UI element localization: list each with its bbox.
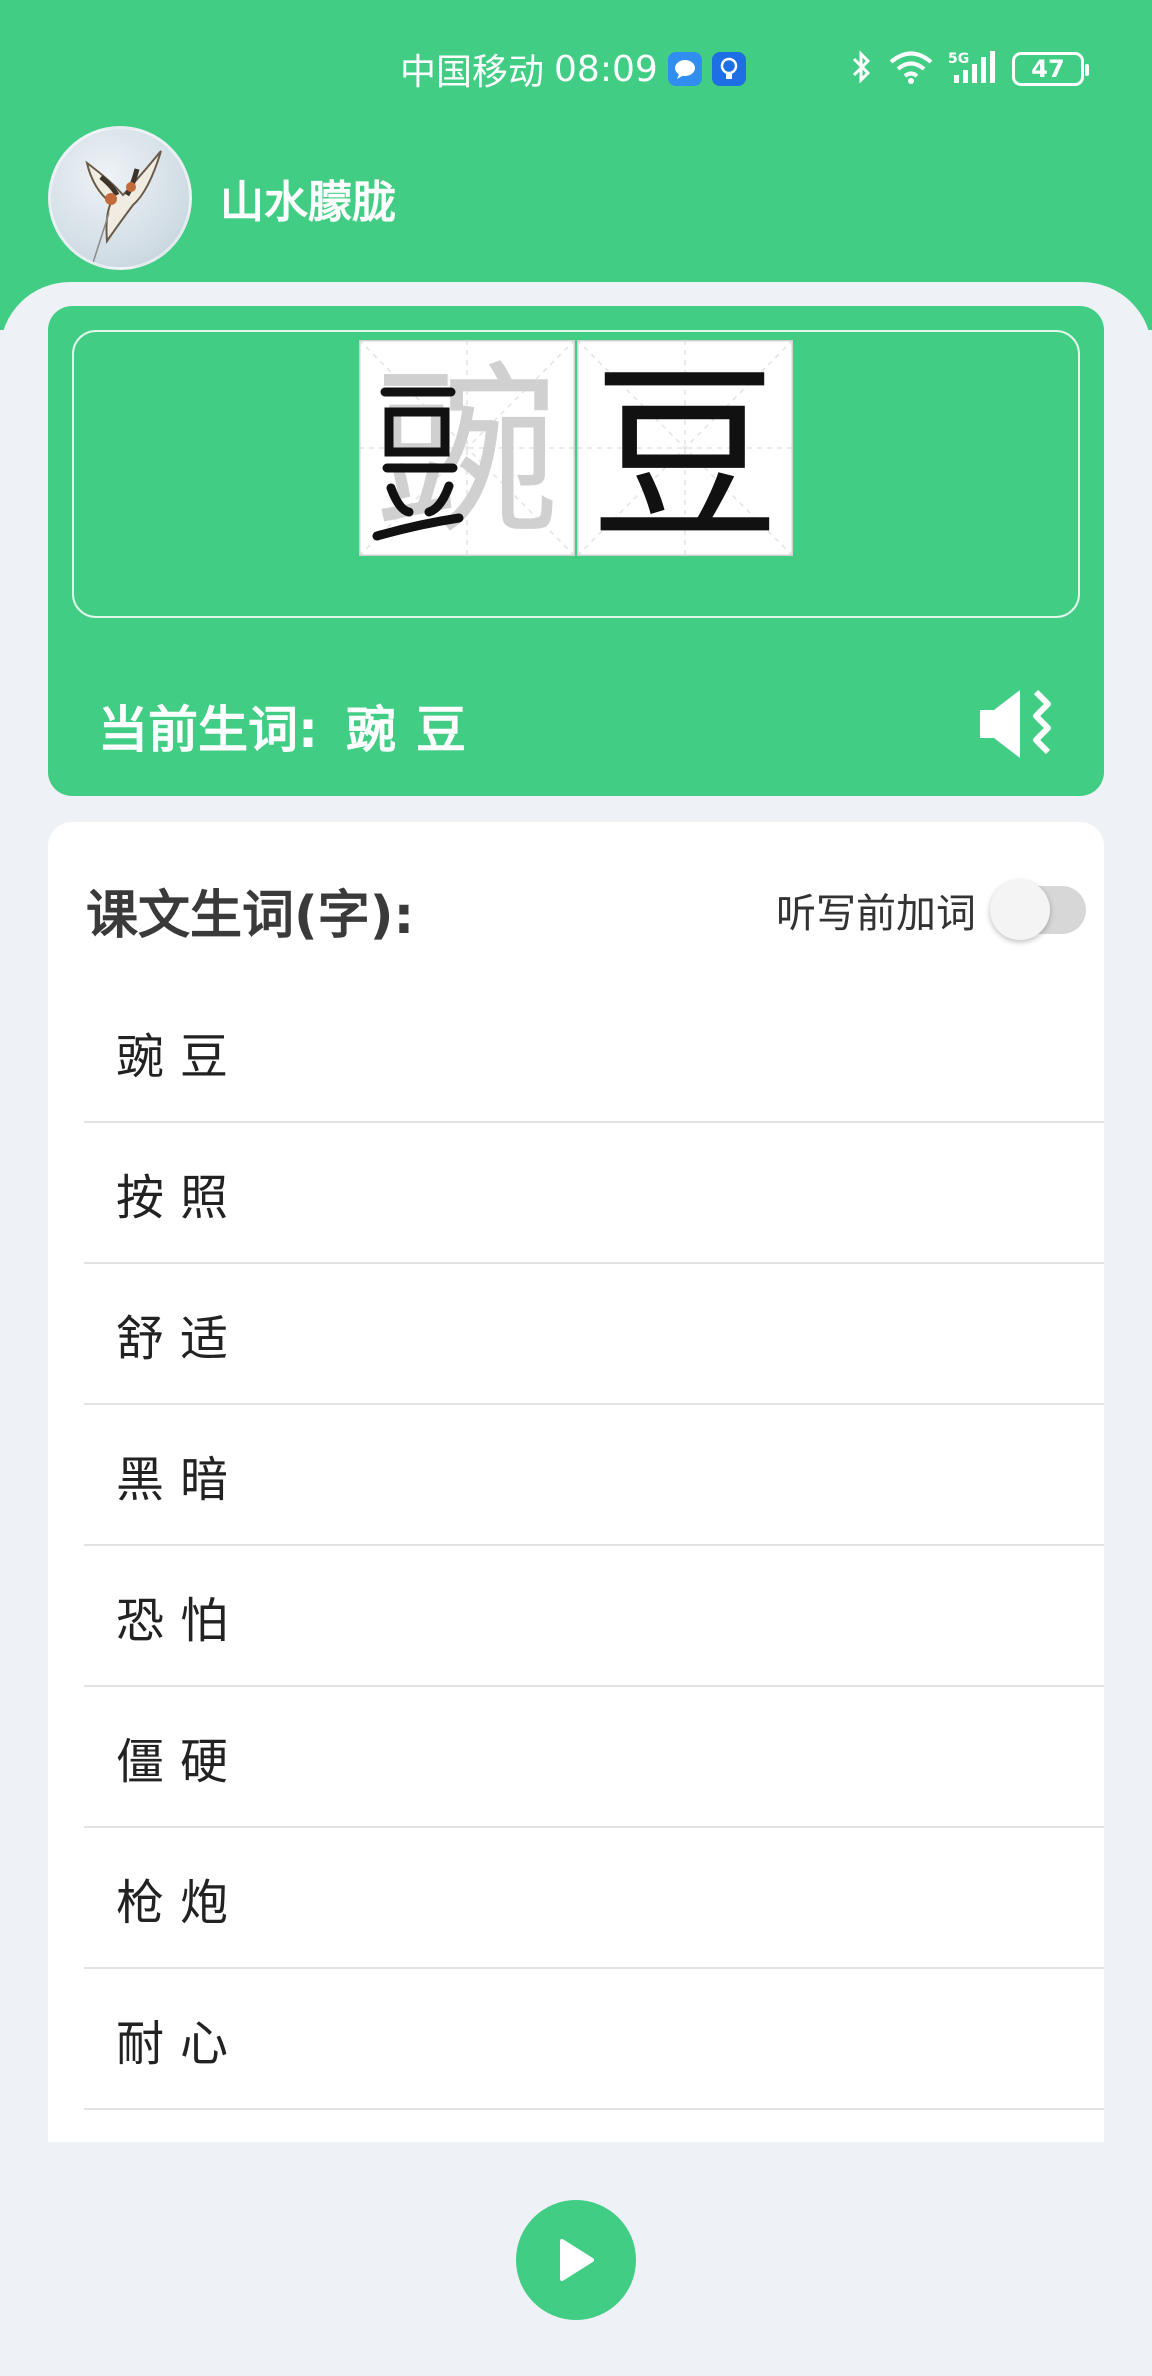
list-item-word: 僵硬 [116, 1733, 245, 1790]
list-item[interactable]: 黑暗 [84, 1405, 1104, 1546]
status-left: 中国移动 08:09 [400, 42, 746, 96]
play-icon [560, 2239, 594, 2281]
add-word-toggle[interactable] [990, 880, 1086, 940]
list-item-word: 恐怕 [116, 1592, 245, 1649]
battery-level: 47 [1031, 55, 1065, 83]
list-item-word: 枪炮 [116, 1874, 245, 1931]
current-word-label: 当前生词: [98, 701, 318, 759]
list-item[interactable]: 按照 [84, 1123, 1104, 1264]
toggle-label: 听写前加词 [776, 891, 976, 937]
speaker-icon[interactable] [976, 686, 1058, 766]
list-item-word: 按照 [116, 1169, 245, 1226]
avatar[interactable] [48, 126, 192, 270]
toggle-knob [990, 880, 1050, 940]
carrier-label: 中国移动 [400, 52, 545, 93]
list-item-word: 舒适 [116, 1310, 245, 1367]
add-word-toggle-group: 听写前加词 [776, 880, 1086, 940]
list-header: 课文生词(字): 听写前加词 [86, 860, 1086, 960]
list-item[interactable]: 耐心 [84, 1969, 1104, 2110]
status-right: 5G 47 [850, 42, 1089, 96]
character-cell[interactable]: 豆 [577, 340, 793, 556]
list-item[interactable]: 僵硬 [84, 1687, 1104, 1828]
user-profile[interactable]: 山水朦胧 [48, 126, 396, 270]
battery-indicator: 47 [1012, 52, 1089, 86]
list-item-word: 耐心 [116, 2015, 245, 2072]
current-word-value: 豌豆 [346, 701, 486, 759]
word-list: 豌豆按照舒适黑暗恐怕僵硬枪炮耐心 [84, 982, 1104, 2110]
list-title: 课文生词(字): [86, 885, 415, 946]
app-screen: 中国移动 08:09 5G 47 山水朦胧 豌 豆 当前生词: 豌豆 课文生词(… [0, 0, 1152, 2376]
username: 山水朦胧 [220, 177, 396, 228]
kite-icon [85, 150, 162, 267]
clock: 08:09 [554, 48, 658, 90]
character-glyph: 豆 [590, 346, 780, 556]
character-grid: 豌 豆 [359, 340, 795, 556]
word-list-card: 课文生词(字): 听写前加词 豌豆按照舒适黑暗恐怕僵硬枪炮耐心 [48, 822, 1104, 2142]
play-button[interactable] [516, 2200, 636, 2320]
list-item-word: 黑暗 [116, 1451, 245, 1508]
status-bar: 中国移动 08:09 5G 47 [0, 0, 1152, 130]
list-item[interactable]: 恐怕 [84, 1546, 1104, 1687]
list-item[interactable]: 舒适 [84, 1264, 1104, 1405]
list-item[interactable]: 枪炮 [84, 1828, 1104, 1969]
current-word-row: 当前生词: 豌豆 [98, 686, 1058, 766]
bluetooth-icon [850, 49, 874, 89]
current-word-text: 当前生词: 豌豆 [98, 690, 486, 762]
lightbulb-notification-icon [711, 52, 746, 86]
wifi-icon [888, 49, 934, 89]
list-item[interactable]: 豌豆 [84, 982, 1104, 1123]
current-word-card: 豌 豆 当前生词: 豌豆 [48, 306, 1104, 796]
cellular-5g-icon: 5G [948, 49, 998, 89]
list-item-word: 豌豆 [116, 1028, 245, 1085]
message-notification-icon [667, 52, 702, 86]
character-cell[interactable]: 豌 [359, 340, 575, 556]
svg-text:5G: 5G [948, 51, 969, 67]
